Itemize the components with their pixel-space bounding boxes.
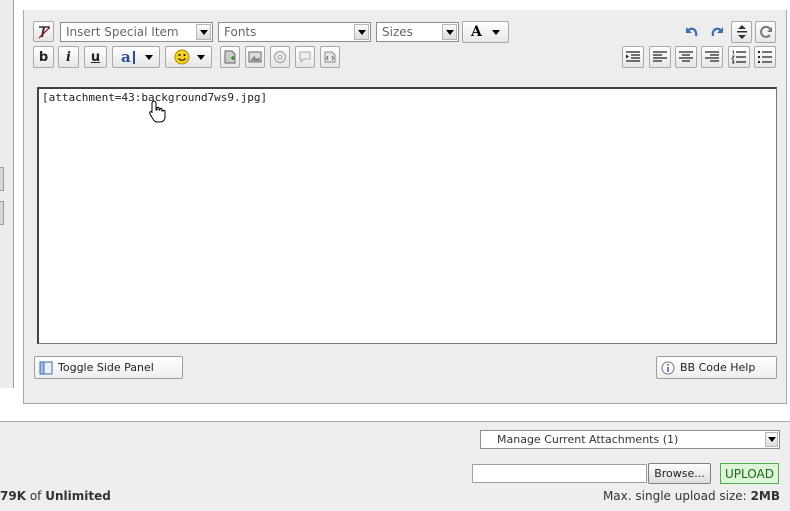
- align-center-icon: [679, 51, 693, 62]
- toggle-side-panel-button[interactable]: Toggle Side Panel: [34, 356, 183, 379]
- code-icon: [324, 51, 336, 63]
- remove-format-icon: [38, 25, 50, 38]
- insert-quote-button[interactable]: [295, 46, 315, 68]
- resize-editor-button[interactable]: [731, 21, 752, 43]
- ordered-list-icon: [731, 50, 746, 64]
- browse-button[interactable]: Browse...: [648, 463, 711, 484]
- file-path-input[interactable]: [472, 464, 647, 483]
- attachments-area: Manage Current Attachments (1) Browse...…: [0, 421, 790, 511]
- underline-button[interactable]: u: [84, 46, 107, 68]
- insert-special-item-select[interactable]: Insert Special Item: [60, 22, 213, 42]
- chevron-down-icon: [442, 24, 457, 40]
- italic-label: i: [66, 49, 71, 65]
- ordered-list-button[interactable]: [728, 46, 750, 68]
- redo-icon: [711, 27, 723, 37]
- unordered-list-button[interactable]: [754, 46, 776, 68]
- align-center-button[interactable]: [675, 46, 697, 68]
- outdent-button[interactable]: [622, 46, 644, 68]
- smiley-icon: [174, 49, 190, 65]
- align-right-icon: [705, 51, 719, 62]
- chevron-down-icon: [354, 24, 369, 40]
- left-panel-tab[interactable]: [0, 167, 4, 191]
- max-upload-size-label: Max. single upload size:: [602, 489, 747, 503]
- sizes-value: Sizes: [382, 25, 413, 39]
- bb-code-help-label: BB Code Help: [680, 361, 756, 374]
- bold-label: b: [38, 49, 49, 65]
- text-color-button[interactable]: a: [112, 46, 160, 68]
- insert-special-item-value: Insert Special Item: [66, 25, 179, 39]
- text-color-letter: a: [121, 48, 131, 66]
- bb-code-help-button[interactable]: BB Code Help: [656, 356, 777, 379]
- fonts-select[interactable]: Fonts: [218, 22, 371, 42]
- upload-button[interactable]: UPLOAD: [720, 463, 779, 484]
- editor-panel: Insert Special Item Fonts Sizes A b i u …: [23, 10, 787, 404]
- underline-label: u: [90, 49, 101, 65]
- font-color-button[interactable]: A: [462, 21, 509, 43]
- hand-cursor-icon: [149, 100, 166, 123]
- insert-email-button[interactable]: [270, 46, 290, 68]
- quota-info: 79K of Unlimited: [0, 489, 111, 503]
- fonts-value: Fonts: [224, 25, 257, 39]
- insert-image-button[interactable]: [245, 46, 265, 68]
- quote-icon: [299, 51, 311, 64]
- sizes-select[interactable]: Sizes: [376, 22, 459, 42]
- max-upload-size: Max. single upload size: 2MB: [603, 489, 780, 503]
- left-panel-tab[interactable]: [0, 201, 4, 225]
- quota-used: 79K: [0, 489, 26, 503]
- chevron-down-icon: [142, 50, 156, 64]
- insert-attachment-button[interactable]: [220, 46, 240, 68]
- toggle-side-panel-label: Toggle Side Panel: [58, 361, 154, 374]
- manage-attachments-value: Manage Current Attachments (1): [497, 433, 679, 446]
- max-upload-size-value: 2MB: [750, 489, 780, 503]
- insert-code-button[interactable]: [320, 46, 340, 68]
- switch-editor-mode-button[interactable]: [755, 21, 776, 43]
- undo-button[interactable]: [681, 22, 702, 42]
- email-icon: [273, 50, 287, 64]
- chevron-down-icon: [489, 25, 503, 39]
- chevron-down-icon: [765, 432, 778, 447]
- quota-of: of: [29, 489, 42, 503]
- message-textarea[interactable]: [attachment=43:background7ws9.jpg]: [37, 87, 777, 344]
- outdent-icon: [626, 51, 640, 62]
- refresh-icon: [759, 25, 772, 38]
- align-left-icon: [653, 51, 667, 62]
- text-color-bar: [133, 51, 135, 64]
- manage-attachments-select[interactable]: Manage Current Attachments (1): [480, 430, 780, 449]
- align-right-button[interactable]: [701, 46, 723, 68]
- font-color-letter: A: [471, 24, 482, 40]
- side-panel-icon: [39, 361, 53, 374]
- chevron-down-icon: [194, 50, 208, 64]
- unordered-list-icon: [758, 51, 772, 63]
- italic-button[interactable]: i: [58, 46, 79, 68]
- quota-total: Unlimited: [45, 489, 111, 503]
- align-left-button[interactable]: [649, 46, 671, 68]
- info-icon: [661, 361, 675, 374]
- attachment-icon: [224, 50, 236, 64]
- left-side-panel: [0, 0, 14, 388]
- image-icon: [248, 51, 262, 63]
- emoticon-button[interactable]: [165, 46, 212, 68]
- chevron-down-icon: [196, 24, 211, 40]
- redo-button[interactable]: [706, 22, 727, 42]
- bold-button[interactable]: b: [33, 46, 54, 68]
- undo-icon: [685, 27, 697, 37]
- resize-vertical-icon: [736, 25, 747, 39]
- remove-format-button[interactable]: [33, 21, 54, 42]
